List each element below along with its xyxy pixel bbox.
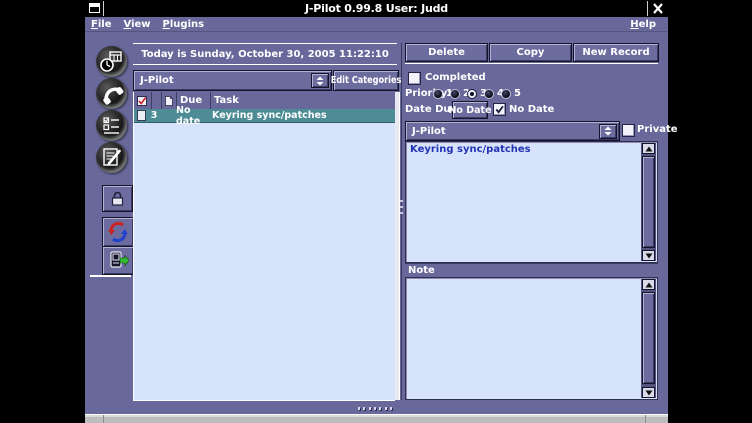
close-button[interactable] xyxy=(651,2,665,15)
lock-button[interactable] xyxy=(102,185,133,212)
copy-button[interactable]: Copy xyxy=(489,43,572,62)
priority-option-label-5: 5 xyxy=(514,88,521,99)
completed-label: Completed xyxy=(425,72,486,83)
todo-icon xyxy=(96,110,127,141)
arrow-up-icon xyxy=(645,146,653,152)
note-textarea[interactable] xyxy=(405,277,658,400)
screen: J-Pilot 0.99.8 User: Judd File View Plug… xyxy=(0,0,752,423)
titlebar-divider-right xyxy=(647,1,648,16)
description-scrollbar[interactable] xyxy=(641,143,656,261)
edit-categories-button[interactable]: Edit Categories xyxy=(333,70,399,91)
todo-button[interactable] xyxy=(96,110,127,141)
row-due: No date xyxy=(176,105,212,127)
backup-icon xyxy=(107,250,129,271)
bottom-bar-divider xyxy=(103,415,104,423)
pane-divider[interactable] xyxy=(401,43,402,400)
scroll-up-button[interactable] xyxy=(642,143,655,154)
row-completed-checkbox[interactable] xyxy=(137,110,146,121)
pane-divider-grip[interactable] xyxy=(399,200,404,214)
sync-icon xyxy=(107,221,129,243)
today-banner: Today is Sunday, October 30, 2005 11:22:… xyxy=(133,43,397,65)
category-value: J-Pilot xyxy=(134,75,311,86)
no-date-checkbox-label: No Date xyxy=(509,104,554,115)
description-textarea[interactable]: Keyring sync/patches xyxy=(405,141,658,263)
detail-category-spinner[interactable] xyxy=(599,124,617,139)
detail-category-value: J-Pilot xyxy=(406,126,599,137)
output-pane-grip[interactable] xyxy=(358,407,392,411)
new-record-button[interactable]: New Record xyxy=(573,43,659,62)
lock-icon xyxy=(109,190,126,207)
priority-radio-4[interactable] xyxy=(484,89,494,99)
sync-button[interactable] xyxy=(102,217,134,247)
memo-button[interactable] xyxy=(96,142,127,173)
priority-label: Priority: xyxy=(405,88,451,99)
scroll-down-button[interactable] xyxy=(642,387,655,398)
priority-radio-2[interactable] xyxy=(450,89,460,99)
spinner-arrows-icon xyxy=(316,76,324,86)
jpilot-window: J-Pilot 0.99.8 User: Judd File View Plug… xyxy=(85,0,668,423)
bottom-bar-divider xyxy=(645,415,646,423)
address-button[interactable] xyxy=(96,78,127,109)
column-task[interactable]: Task xyxy=(211,92,395,109)
menu-plugins[interactable]: Plugins xyxy=(157,19,211,30)
close-icon xyxy=(651,2,665,15)
private-label: Private xyxy=(637,124,678,135)
column-completed[interactable] xyxy=(134,92,152,109)
detail-category-dropdown[interactable]: J-Pilot xyxy=(405,121,620,141)
no-date-button[interactable]: No Date xyxy=(452,101,488,119)
priority-radio-3[interactable] xyxy=(467,89,477,99)
row-task: Keyring sync/patches xyxy=(212,110,327,121)
note-label: Note xyxy=(408,265,435,276)
scroll-up-button[interactable] xyxy=(642,279,655,290)
scroll-thumb[interactable] xyxy=(642,156,655,248)
menu-view[interactable]: View xyxy=(117,19,156,30)
todo-row-selected[interactable]: 3 No date Keyring sync/patches xyxy=(134,109,395,123)
scroll-thumb[interactable] xyxy=(642,292,655,384)
arrow-down-icon xyxy=(645,390,653,396)
spinner-arrows-icon xyxy=(604,126,612,136)
description-text: Keyring sync/patches xyxy=(410,144,639,155)
todo-list-header: Due Task xyxy=(134,92,395,110)
bottom-bar xyxy=(85,414,668,423)
private-checkbox[interactable] xyxy=(622,124,635,137)
menu-file[interactable]: File xyxy=(85,19,117,30)
address-icon xyxy=(96,78,127,109)
titlebar: J-Pilot 0.99.8 User: Judd xyxy=(85,0,668,17)
scroll-down-button[interactable] xyxy=(642,250,655,261)
datebook-icon xyxy=(96,46,127,77)
checkmark-icon xyxy=(495,105,504,114)
note-column-icon xyxy=(165,96,173,106)
arrow-down-icon xyxy=(645,253,653,259)
category-spinner[interactable] xyxy=(311,73,329,88)
menubar: File View Plugins Help xyxy=(85,17,668,32)
no-date-checkbox[interactable] xyxy=(493,103,506,116)
priority-radio-1[interactable] xyxy=(433,89,443,99)
detail-separator xyxy=(405,63,658,64)
menu-help[interactable]: Help xyxy=(624,19,662,30)
category-dropdown[interactable]: J-Pilot xyxy=(133,70,332,91)
priority-radio-5[interactable] xyxy=(501,89,511,99)
note-header: Note xyxy=(405,263,658,277)
arrow-up-icon xyxy=(645,282,653,288)
todo-list-scrollbar[interactable] xyxy=(395,92,400,400)
memo-icon xyxy=(96,142,127,173)
delete-button[interactable]: Delete xyxy=(405,43,488,62)
sidebar-divider xyxy=(90,275,131,277)
backup-button[interactable] xyxy=(102,246,134,275)
completed-column-icon xyxy=(137,96,147,106)
datebook-button[interactable] xyxy=(96,46,127,77)
completed-checkbox[interactable] xyxy=(408,72,421,85)
column-indicator[interactable] xyxy=(152,92,162,109)
todo-list: Due Task 3 No date Keyring sync/patches xyxy=(133,92,395,401)
column-note[interactable] xyxy=(162,92,177,109)
window-title: J-Pilot 0.99.8 User: Judd xyxy=(85,2,668,15)
note-scrollbar[interactable] xyxy=(641,279,656,398)
row-priority: 3 xyxy=(146,110,162,121)
